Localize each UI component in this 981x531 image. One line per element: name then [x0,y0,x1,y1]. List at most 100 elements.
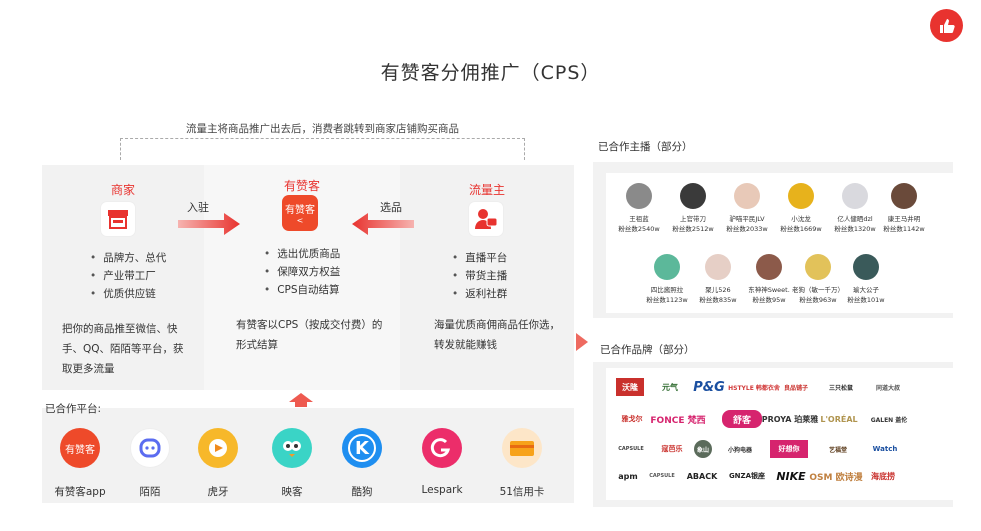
merchant-title: 商家 [110,183,135,197]
platform-label: 有赞客app [54,486,106,498]
merchant-description: 把你的商品推至微信、快 手、QQ、陌陌等平台，获 取更多流量 [62,319,184,379]
brand-logo: Watch [872,445,898,453]
desc-line: 手、QQ、陌陌等平台，获 [62,343,184,355]
anchor-fans: 粉丝数1669w [780,225,822,233]
brand-logo: L'ORÉAL [820,414,858,424]
list-item: 保障双方权益 [264,263,340,281]
brand-logo: 三只松鼠 [828,384,853,392]
page-title: 有赞客分佣推广（CPS） [380,62,601,84]
brand-logo: 舒客 [722,410,762,428]
brand-logo: NIKE [776,469,806,483]
platform-lespark[interactable]: Lespark [410,428,474,496]
anchor-fans: 粉丝数2033w [726,225,768,233]
anchor-fans: 粉丝数2540w [618,225,660,233]
list-item: 优质供应链 [90,285,166,303]
platform-label: 陌陌 [139,486,161,498]
anchors-heading: 已合作主播（部分） [598,141,693,153]
merchant-column: 商家 品牌方、总代 产业带工厂 优质供应链 把你的商品推至微信、快 手、QQ、陌… [42,165,204,390]
traffic-title: 流量主 [468,183,505,197]
brand-logo: FONCE 梵西 [650,415,706,426]
user-share-icon [468,201,504,237]
desc-line: 转发就能赚钱 [434,339,497,351]
youzanke-title: 有赞客 [283,179,320,193]
flow-panel: 商家 品牌方、总代 产业带工厂 优质供应链 把你的商品推至微信、快 手、QQ、陌… [42,165,574,390]
brand-logo: GNZA银座 [728,472,766,480]
desc-line: 取更多流量 [62,363,115,375]
brand-logo: 好想你 [770,440,808,458]
51card-icon [502,428,542,468]
list-item: 返利社群 [452,285,507,303]
brand-logo: 同道大叔 [875,384,900,392]
list-item: 直播平台 [452,249,507,267]
avatar [891,183,917,209]
right-arrow-icon [178,213,240,235]
brand-logo: 寇芭乐 [661,445,683,453]
brand-logo: P&G [693,379,725,395]
platform-momo[interactable]: 陌陌 [118,428,182,499]
brand-logo: CAPSULE [649,473,675,479]
anchor-name: 上官带刀 [680,215,706,223]
traffic-bullets: 直播平台 带货主播 返利社群 [452,249,507,303]
avatar [842,183,868,209]
platforms-label: 已合作平台: [45,403,102,415]
platform-label: 映客 [281,486,303,498]
up-arrow-icon [289,393,313,407]
platform-youzanke-app[interactable]: 有赞客 有赞客app [48,428,112,499]
youzanke-description: 有赞客以CPS（按成交付费）的 形式结算 [236,315,382,355]
anchor-card[interactable]: 康王马井明 粉丝数1142w [874,183,934,233]
anchor-card[interactable]: 瑜大公子 粉丝数101w [836,254,896,304]
avatar [626,183,652,209]
youzanke-icon-label: 有赞客 [285,205,315,216]
platform-label: Lespark [421,484,463,496]
anchor-card[interactable]: 小沈龙 粉丝数1669w [771,183,831,233]
brand-logo: CAPSULE [618,446,644,452]
momo-icon [130,428,170,468]
brand-logo: 良品铺子 [783,384,808,392]
flow-caption: 流量主将商品推广出去后，消费者跳转到商家店铺购买商品 [186,123,459,135]
brand-logo: 沃隆 [616,378,644,396]
brand-logo: 雅戈尔 [621,415,643,423]
huya-icon [198,428,238,468]
brand-logo: apm [618,471,638,481]
platform-label: 51信用卡 [499,486,545,498]
avatar [853,254,879,280]
avatar [680,183,706,209]
brand-logo: ABACK [686,471,718,481]
anchor-name: 瑜大公子 [853,286,879,294]
traffic-column: 流量主 直播平台 带货主播 返利社群 海量优质商佣商品任你选， 转发就能赚钱 [400,165,574,390]
kugou-icon: K [342,428,382,468]
traffic-description: 海量优质商佣商品任你选， 转发就能赚钱 [434,315,560,355]
brand-logo: 元气 [662,382,678,392]
anchor-name: 王祖蓝 [629,215,649,223]
platform-kugou[interactable]: K 酷狗 [330,428,394,499]
youzanke-app-icon: 有赞客 [60,428,100,468]
platform-51card[interactable]: 51信用卡 [490,428,554,499]
platform-label: 酷狗 [351,486,373,498]
avatar [788,183,814,209]
list-item: 选出优质商品 [264,245,340,263]
brand-logo: 海底捞 [871,471,895,481]
youzanke-icon: 有赞客 < [282,195,318,231]
brand-logo: OSM 欧诗漫 [809,472,863,483]
thumbs-up-logo-icon [930,9,963,42]
platform-huya[interactable]: 虎牙 [186,428,250,499]
platform-label: 虎牙 [207,486,229,498]
list-item: 产业带工厂 [90,267,166,285]
list-item: 带货主播 [452,267,507,285]
desc-line: 把你的商品推至微信、快 [62,323,178,335]
avatar [705,254,731,280]
left-arrow-icon [352,213,414,235]
platform-yingke[interactable]: 映客 [260,428,324,499]
kugou-icon-letter: K [348,434,376,462]
anchor-card[interactable]: 王祖蓝粉丝数2540w [609,183,669,233]
brand-logo: PROYA 珀莱雅 [761,414,819,424]
brand-logo: 艺福堂 [828,446,847,454]
anchor-card[interactable]: 上官带刀 粉丝数2512w [663,183,723,233]
list-item: CPS自动结算 [264,281,340,299]
brand-logo: 象山 [694,440,712,458]
anchor-card[interactable]: 驴喵平民JLV 粉丝数2033w [717,183,777,233]
avatar [756,254,782,280]
anchor-fans: 粉丝数1142w [883,225,925,233]
shop-icon [100,201,136,237]
list-item: 品牌方、总代 [90,249,166,267]
